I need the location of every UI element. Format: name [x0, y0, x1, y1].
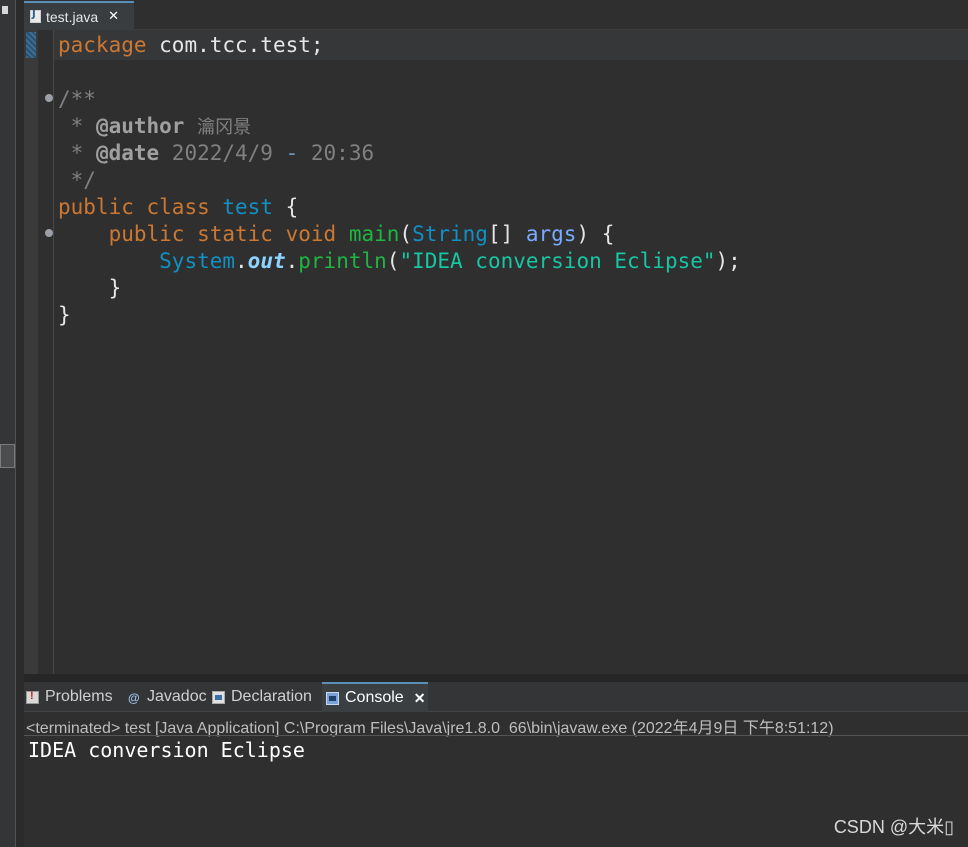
brace: }	[108, 276, 122, 300]
java-file-icon	[30, 9, 41, 23]
method-name: main	[348, 222, 400, 246]
strip-marker	[2, 6, 8, 14]
brace: }	[58, 303, 71, 327]
close-icon[interactable]: ✕	[414, 690, 426, 707]
paren-brace: ) {	[576, 222, 615, 246]
javadoc-icon: @	[128, 690, 140, 705]
fold-toggle-icon[interactable]	[45, 229, 53, 237]
package-name: com.tcc.test;	[146, 33, 324, 57]
paren: (	[399, 222, 413, 246]
strip-scroll-handle[interactable]	[0, 444, 15, 468]
dot: .	[235, 249, 248, 273]
author-name: 瀹冈景	[197, 117, 252, 138]
overview-ruler	[24, 30, 38, 674]
class-name: test	[222, 195, 273, 219]
current-line-marker	[26, 32, 36, 58]
dot: .	[285, 249, 299, 273]
method-name: println	[298, 249, 387, 273]
keyword: package	[58, 33, 147, 57]
keyword: class	[146, 195, 210, 219]
panel-sash[interactable]	[24, 674, 968, 682]
brace: {	[272, 195, 299, 219]
console-view[interactable]: <terminated> test [Java Application] C:\…	[24, 712, 968, 847]
parameter-name: args	[525, 222, 577, 246]
tab-label: test.java	[46, 8, 99, 25]
console-output[interactable]: IDEA conversion Eclipse	[28, 738, 305, 762]
type-name: String	[412, 222, 488, 246]
tab-problems[interactable]: Problems	[26, 682, 122, 712]
keyword: public	[58, 195, 134, 219]
code-line-4: * @author 瀹冈景	[58, 113, 251, 140]
static-field: out	[247, 249, 286, 273]
code-line-5: * @date 2022/4/9 - 20:36	[58, 140, 374, 167]
comment-star: *	[58, 141, 96, 165]
tab-declaration[interactable]: Declaration	[212, 682, 320, 712]
code-line-3: /**	[58, 86, 96, 113]
keyword: void	[285, 222, 337, 246]
javadoc-tag: @author	[95, 114, 185, 138]
date-dash: -	[285, 141, 299, 165]
comment-close: */	[58, 168, 96, 192]
tab-label: Declaration	[231, 688, 312, 705]
left-side-strip	[0, 0, 16, 847]
code-line-9: System.out.println("IDEA conversion Ecli…	[58, 248, 741, 275]
sash[interactable]	[16, 0, 24, 847]
keyword: static	[197, 222, 273, 246]
keyword: public	[108, 222, 185, 246]
problems-icon	[26, 690, 39, 704]
console-icon	[326, 691, 339, 705]
code-line-11: }	[58, 302, 71, 329]
close-icon[interactable]: ✕	[108, 9, 119, 24]
tab-javadoc[interactable]: @ Javadoc	[128, 682, 208, 712]
tab-label: Problems	[45, 688, 113, 705]
editor-tab-bar: test.java ✕	[24, 0, 968, 30]
code-line-7: public class test {	[58, 194, 298, 221]
paren-semicolon: );	[715, 249, 741, 273]
code-line-6: */	[58, 167, 96, 194]
time-value: 20:36	[298, 141, 375, 165]
declaration-icon	[212, 690, 225, 704]
code-line-1: package com.tcc.test;	[58, 32, 324, 59]
string-literal: "IDEA conversion Eclipse"	[399, 249, 716, 273]
code-text[interactable]: package com.tcc.test; /** * @author 瀹冈景 …	[58, 30, 741, 534]
tab-console[interactable]: Console ✕	[322, 682, 428, 712]
code-line-8: public static void main(String[] args) {	[58, 221, 615, 248]
comment-open: /**	[58, 87, 96, 111]
watermark: CSDN @大米▯	[833, 817, 954, 837]
tab-test-java[interactable]: test.java ✕	[24, 1, 134, 30]
tab-label: Console	[345, 689, 404, 706]
comment-star: *	[58, 114, 96, 138]
paren: (	[386, 249, 400, 273]
fold-toggle-icon[interactable]	[45, 94, 53, 102]
date-value: 2022/4/9	[159, 141, 286, 165]
array-brackets: []	[487, 222, 526, 246]
code-editor[interactable]: package com.tcc.test; /** * @author 瀹冈景 …	[24, 30, 968, 674]
folding-gutter	[38, 30, 54, 674]
tab-label: Javadoc	[147, 688, 207, 705]
code-line-10: }	[58, 275, 122, 302]
divider	[24, 735, 968, 736]
class-name: System	[159, 249, 236, 273]
javadoc-tag: @date	[95, 141, 160, 165]
bottom-panel-tab-bar: Problems @ Javadoc Declaration Console ✕	[24, 682, 968, 712]
